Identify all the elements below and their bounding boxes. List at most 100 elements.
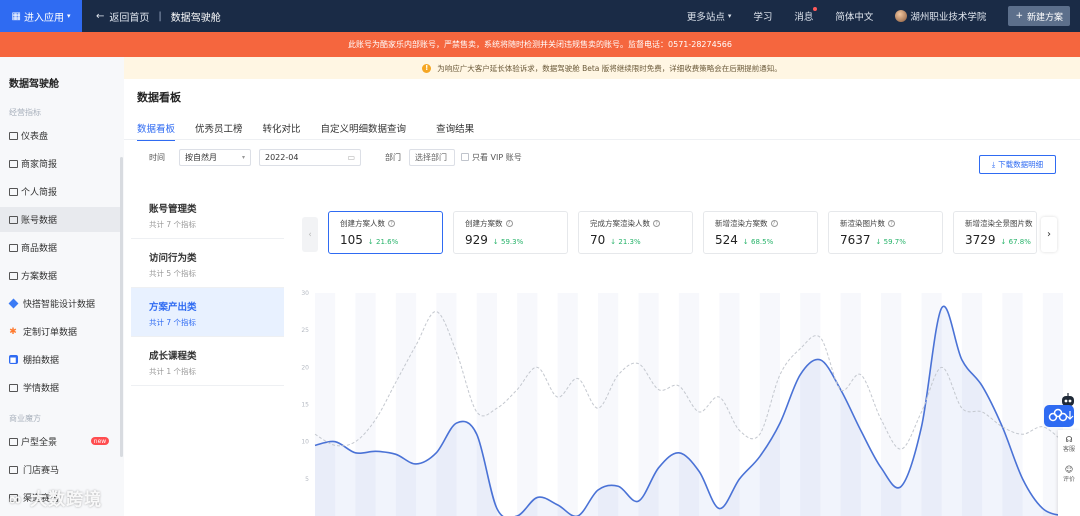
sidebar-item-study-data[interactable]: 学情数据 (0, 375, 122, 400)
metric-value: 3729 (965, 233, 996, 247)
trend-chart-svg: 30 25 20 15 10 5 (301, 290, 1064, 516)
metric-card[interactable]: 完成方案渲染人数? 70 ↓ 21.3% (578, 211, 693, 254)
messages-label: 消息 (794, 12, 814, 23)
sidebar-item-account-data[interactable]: 账号数据 (0, 207, 122, 232)
tab-conversion-compare[interactable]: 转化对比 (263, 121, 301, 141)
tab-top-staff[interactable]: 优秀员工榜 (195, 121, 243, 141)
download-details-button[interactable]: ⤓ 下载数据明细 (979, 155, 1056, 174)
rate-button[interactable]: ☺ 评价 (1058, 465, 1080, 483)
sidebar-item-label: 商家简报 (21, 160, 58, 170)
y-tick-label: 30 (301, 290, 309, 297)
sidebar-item-studio-data[interactable]: ■ 棚拍数据 (0, 347, 122, 372)
sidebar-item-merchant-report[interactable]: 商家简报 (0, 151, 122, 176)
sidebar-item-store-race[interactable]: 门店赛马 (0, 457, 122, 482)
cloud-icon (1048, 408, 1074, 422)
category-name: 账号管理类 (149, 204, 197, 215)
language-label: 简体中文 (835, 12, 874, 23)
sidebar-item-label: 方案数据 (21, 272, 58, 282)
download-label: 下载数据明细 (998, 160, 1044, 169)
department-select[interactable]: 选择部门 (409, 148, 455, 166)
tab-custom-query[interactable]: 自定义明细数据查询 (321, 121, 407, 141)
chart-band (598, 293, 619, 516)
metric-change: ↓ 59.3% (493, 238, 523, 246)
enter-app-label: 进入应用 (23, 12, 64, 24)
y-tick-label: 10 (301, 439, 309, 446)
help-icon[interactable]: ? (770, 220, 778, 227)
metric-card[interactable]: 新渲染图片数? 7637 ↓ 59.7% (828, 211, 943, 254)
y-tick-label: 15 (301, 402, 309, 409)
category-growth-course[interactable]: 成长课程类 共计 1 个指标 (131, 337, 284, 386)
metric-change-value: 68.5% (751, 238, 774, 246)
y-tick-label: 5 (305, 476, 309, 483)
help-icon[interactable]: ? (888, 220, 895, 227)
sidebar-item-dashboard[interactable]: 仪表盘 (0, 123, 122, 148)
cards-next-button[interactable]: › (1041, 217, 1057, 252)
product-icon (8, 243, 18, 253)
category-count: 共计 5 个指标 (149, 269, 197, 278)
metric-label: 新渲染图片数 (840, 219, 885, 228)
granularity-value: 按自然月 (185, 152, 217, 162)
caret-down-icon: ▾ (727, 12, 732, 20)
more-sites-menu[interactable]: 更多站点 ▾ (687, 9, 732, 23)
assistant-bubble[interactable] (1044, 405, 1074, 427)
messages-link[interactable]: 消息 (794, 7, 818, 23)
breadcrumb-separator: | (158, 10, 162, 22)
chevron-left-icon: ‹ (308, 229, 312, 240)
metric-change: ↓ 21.3% (610, 238, 640, 246)
enter-app-button[interactable]: ▦ 进入应用 ▾ (0, 0, 82, 32)
help-icon[interactable]: ? (653, 220, 660, 227)
chevron-right-icon: › (1047, 229, 1051, 240)
new-plan-button[interactable]: + 新建方案 (1008, 6, 1070, 26)
store-icon (8, 465, 18, 475)
sidebar-item-product-data[interactable]: 商品数据 (0, 235, 122, 260)
org-name: 湖州职业技术学院 (910, 12, 987, 23)
plan-icon (8, 271, 18, 281)
tab-dashboard[interactable]: 数据看板 (137, 121, 176, 141)
tab-divider (124, 139, 1080, 140)
metric-label: 新增渲染全景图片数 (965, 219, 1033, 228)
category-plan-output[interactable]: 方案产出类共计 7 个指标 (131, 288, 284, 337)
category-visit-behavior[interactable]: 访问行为类 共计 5 个指标 (131, 239, 284, 288)
granularity-select[interactable]: 按自然月 ▾ (179, 148, 251, 166)
plus-icon: + (1015, 11, 1023, 21)
department-placeholder: 选择部门 (415, 152, 447, 162)
cards-prev-button[interactable]: ‹ (302, 217, 318, 252)
customer-service-button[interactable]: ☊ 客服 (1058, 435, 1080, 453)
headset-icon: ☊ (1065, 435, 1073, 444)
language-switch[interactable]: 简体中文 (835, 9, 873, 23)
help-icon[interactable]: ? (388, 220, 395, 227)
metric-value: 70 (590, 233, 606, 247)
back-home-link[interactable]: 返回首页 (109, 9, 149, 24)
metric-card[interactable]: 新增渲染方案数? 524 ↓ 68.5% (703, 211, 818, 254)
sidebar-item-custom-order-data[interactable]: ✱ 定制订单数据 (0, 319, 122, 344)
tab-query-results[interactable]: 查询结果 (436, 121, 474, 141)
learn-label: 学习 (753, 12, 773, 23)
sidebar-item-smart-design-data[interactable]: 快搭智能设计数据 (0, 291, 122, 316)
sidebar-item-personal-report[interactable]: 个人简报 (0, 179, 122, 204)
floorplan-icon (8, 437, 18, 447)
accounts-icon (8, 215, 18, 225)
y-tick-label: 20 (301, 364, 309, 371)
calendar-icon: ▭ (347, 152, 355, 162)
time-label: 时间 (149, 152, 165, 162)
category-count: 共计 7 个指标 (149, 220, 197, 229)
category-name: 方案产出类 (149, 302, 197, 313)
category-count: 共计 7 个指标 (149, 318, 197, 327)
learn-link[interactable]: 学习 (753, 9, 772, 23)
metric-change: ↓ 21.6% (368, 238, 398, 246)
sidebar-item-label: 棚拍数据 (23, 356, 60, 366)
sidebar-scrollbar[interactable] (120, 157, 123, 457)
help-icon[interactable]: ? (505, 220, 513, 227)
metric-card[interactable]: 创建方案数? 929 ↓ 59.3% (453, 211, 568, 254)
sidebar-item-plan-data[interactable]: 方案数据 (0, 263, 122, 288)
sidebar-item-label: 仪表盘 (21, 132, 49, 142)
vip-only-checkbox[interactable] (461, 153, 469, 161)
month-picker[interactable]: 2022-04 ▭ (259, 148, 361, 166)
metric-change-value: 21.3% (618, 238, 641, 246)
org-account-menu[interactable]: 湖州职业技术学院 (895, 9, 986, 23)
metric-card[interactable]: 新增渲染全景图片数 3729 ↓ 67.8% (953, 211, 1037, 254)
floating-toolbar: ☊ 客服 ☺ 评价 (1058, 430, 1080, 516)
category-account-mgmt[interactable]: 账号管理类共计 7 个指标 (131, 190, 284, 239)
metric-card[interactable]: 创建方案人数? 105 ↓ 21.6% (328, 211, 443, 254)
avatar (895, 10, 908, 22)
